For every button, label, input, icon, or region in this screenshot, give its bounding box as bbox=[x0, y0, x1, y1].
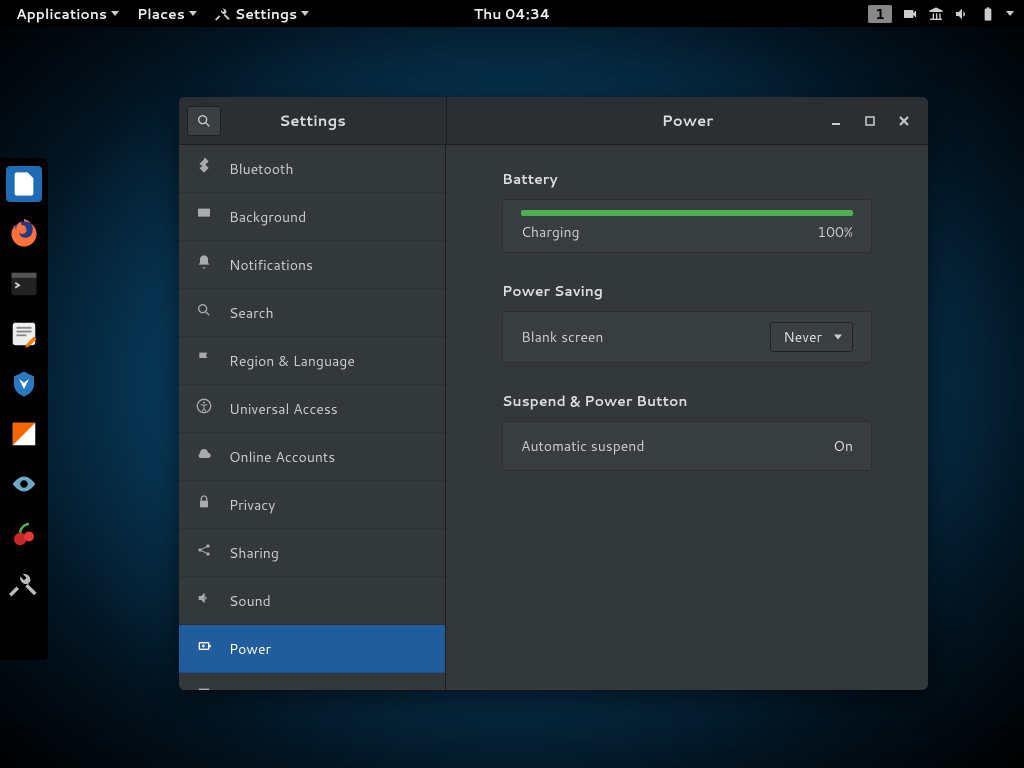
blank-screen-row: Blank screen Never bbox=[502, 311, 872, 363]
dock-item-files[interactable] bbox=[6, 166, 42, 202]
menu-settings-label: Settings bbox=[235, 4, 297, 24]
sidebar-item-label: Online Accounts bbox=[229, 447, 335, 467]
sidebar-item-power[interactable]: Power bbox=[179, 625, 445, 673]
sidebar-item-region[interactable]: Region & Language bbox=[179, 337, 445, 385]
menu-settings[interactable]: Settings bbox=[207, 0, 317, 27]
sidebar-item-label: Sharing bbox=[229, 543, 279, 563]
sidebar-item-label: Privacy bbox=[229, 495, 275, 515]
battery-heading: Battery bbox=[502, 169, 872, 189]
search-icon bbox=[195, 302, 213, 323]
maximize-button[interactable] bbox=[862, 113, 878, 129]
speaker-icon bbox=[195, 590, 213, 611]
battery-card: Charging 100% bbox=[502, 199, 872, 253]
sidebar-item-label: Bluetooth bbox=[229, 159, 293, 179]
sidebar-item-label: Network bbox=[229, 687, 286, 691]
chevron-down-icon[interactable] bbox=[1006, 11, 1014, 16]
sidebar-item-notifications[interactable]: Notifications bbox=[179, 241, 445, 289]
auto-suspend-value: On bbox=[833, 436, 853, 456]
sidebar-item-label: Power bbox=[229, 639, 271, 659]
menu-applications[interactable]: Applications bbox=[8, 0, 127, 27]
dock bbox=[0, 158, 48, 660]
battery-percent: 100% bbox=[817, 222, 853, 242]
tools-icon bbox=[215, 6, 231, 22]
dock-item-apps[interactable] bbox=[6, 616, 42, 652]
workspace-indicator[interactable]: 1 bbox=[868, 5, 892, 23]
sidebar-item-label: Search bbox=[229, 303, 274, 323]
chevron-down-icon bbox=[834, 335, 842, 340]
volume-icon[interactable] bbox=[954, 6, 970, 22]
dock-item-tools[interactable] bbox=[6, 566, 42, 602]
battery-bar bbox=[521, 210, 853, 216]
top-panel: Applications Places Settings Thu 04:34 1 bbox=[0, 0, 1024, 27]
search-icon bbox=[196, 113, 212, 129]
auto-suspend-label: Automatic suspend bbox=[521, 436, 644, 456]
dock-item-eye[interactable] bbox=[6, 466, 42, 502]
menu-places-label: Places bbox=[137, 4, 185, 24]
power-saving-heading: Power Saving bbox=[502, 281, 872, 301]
share-icon bbox=[195, 542, 213, 563]
sidebar-item-background[interactable]: Background bbox=[179, 193, 445, 241]
minimize-button[interactable] bbox=[828, 113, 844, 129]
sidebar-item-search[interactable]: Search bbox=[179, 289, 445, 337]
lock-icon bbox=[195, 494, 213, 515]
search-button[interactable] bbox=[187, 106, 221, 136]
clock[interactable]: Thu 04:34 bbox=[466, 0, 559, 27]
menu-places[interactable]: Places bbox=[129, 0, 205, 27]
sidebar-item-online-accounts[interactable]: Online Accounts bbox=[179, 433, 445, 481]
accessibility-icon bbox=[195, 398, 213, 419]
dock-item-terminal[interactable] bbox=[6, 266, 42, 302]
dock-item-burp[interactable] bbox=[6, 416, 42, 452]
sidebar-item-universal-access[interactable]: Universal Access bbox=[179, 385, 445, 433]
settings-window: Settings Power Bluetooth Background Noti bbox=[179, 97, 928, 690]
dock-item-firefox[interactable] bbox=[6, 216, 42, 252]
dock-item-text-editor[interactable] bbox=[6, 316, 42, 352]
sidebar-item-network[interactable]: Network bbox=[179, 673, 445, 690]
dock-item-metasploit[interactable] bbox=[6, 366, 42, 402]
power-panel: Battery Charging 100% Power Saving Blank… bbox=[446, 145, 928, 690]
chevron-down-icon bbox=[111, 11, 119, 16]
battery-icon bbox=[195, 638, 213, 659]
video-icon[interactable] bbox=[902, 6, 918, 22]
menu-applications-label: Applications bbox=[16, 4, 107, 24]
dock-item-cherrytree[interactable] bbox=[6, 516, 42, 552]
chevron-down-icon bbox=[189, 11, 197, 16]
sidebar-item-label: Background bbox=[229, 207, 306, 227]
blank-screen-label: Blank screen bbox=[521, 327, 603, 347]
flag-icon bbox=[195, 350, 213, 371]
sidebar-item-sound[interactable]: Sound bbox=[179, 577, 445, 625]
sidebar-item-sharing[interactable]: Sharing bbox=[179, 529, 445, 577]
bell-icon bbox=[195, 254, 213, 275]
close-button[interactable] bbox=[896, 113, 912, 129]
sidebar-item-bluetooth[interactable]: Bluetooth bbox=[179, 145, 445, 193]
chevron-down-icon bbox=[301, 11, 309, 16]
display-icon bbox=[195, 206, 213, 227]
bluetooth-icon bbox=[195, 158, 213, 179]
cloud-icon bbox=[195, 446, 213, 467]
blank-screen-select[interactable]: Never bbox=[770, 322, 853, 352]
titlebar[interactable]: Settings Power bbox=[179, 97, 928, 145]
sidebar-item-label: Notifications bbox=[229, 255, 313, 275]
power-tray-icon[interactable] bbox=[980, 6, 996, 22]
sidebar-item-label: Sound bbox=[229, 591, 271, 611]
network-icon bbox=[195, 686, 213, 690]
battery-status: Charging bbox=[521, 222, 580, 242]
auto-suspend-row[interactable]: Automatic suspend On bbox=[502, 421, 872, 471]
blank-screen-value: Never bbox=[783, 327, 822, 347]
suspend-heading: Suspend & Power Button bbox=[502, 391, 872, 411]
settings-sidebar: Bluetooth Background Notifications Searc… bbox=[179, 145, 446, 690]
sidebar-item-privacy[interactable]: Privacy bbox=[179, 481, 445, 529]
sidebar-item-label: Region & Language bbox=[229, 351, 355, 371]
clock-label: Thu 04:34 bbox=[474, 4, 551, 24]
network-icon[interactable] bbox=[928, 6, 944, 22]
sidebar-item-label: Universal Access bbox=[229, 399, 338, 419]
